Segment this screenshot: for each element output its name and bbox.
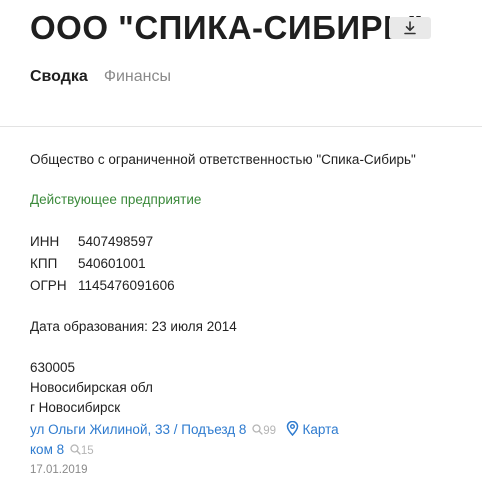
registry-value: 1145476091606	[78, 278, 175, 293]
address-office-row: ком 8 15	[30, 440, 94, 461]
tab-summary[interactable]: Сводка	[30, 66, 88, 88]
address-street-row: ул Ольги Жилиной, 33 / Подъезд 8 99 Карт…	[30, 420, 339, 441]
download-button[interactable]	[389, 17, 431, 39]
map-link[interactable]: Карта	[303, 422, 339, 437]
search-icon	[70, 444, 81, 455]
address-date: 17.01.2019	[30, 464, 88, 476]
registry-row-ogrn: ОГРН 1145476091606	[30, 276, 175, 296]
company-card: ООО "СПИКА-СИБИРЬ" Сводка Финансы Общест…	[0, 0, 482, 487]
address-street-link[interactable]: ул Ольги Жилиной, 33 / Подъезд 8	[30, 422, 246, 437]
page-header: ООО "СПИКА-СИБИРЬ"	[30, 8, 423, 48]
address-region: Новосибирская обл	[30, 380, 153, 395]
founded-date: Дата образования: 23 июля 2014	[30, 319, 237, 334]
map-pin-icon	[286, 420, 299, 437]
address-postcode: 630005	[30, 360, 76, 375]
address-office-link[interactable]: ком 8	[30, 442, 64, 457]
company-full-name: Общество с ограниченной ответственностью…	[30, 152, 416, 167]
registry-row-kpp: КПП 540601001	[30, 254, 146, 274]
page-title: ООО "СПИКА-СИБИРЬ"	[30, 9, 424, 46]
search-icon	[252, 424, 263, 435]
registry-label: ИНН	[30, 234, 60, 249]
status-badge: Действующее предприятие	[30, 192, 202, 207]
divider	[0, 126, 482, 127]
registry-value: 540601001	[78, 256, 146, 271]
registry-label: ОГРН	[30, 278, 67, 293]
registry-row-inn: ИНН 5407498597	[30, 232, 153, 252]
office-count: 15	[80, 445, 94, 457]
tab-finance[interactable]: Финансы	[104, 66, 171, 88]
tab-bar: Сводка Финансы	[30, 66, 171, 88]
download-icon	[404, 21, 416, 35]
address-city: г Новосибирск	[30, 400, 121, 415]
street-count: 99	[263, 425, 276, 437]
registry-label: КПП	[30, 256, 58, 271]
registry-value: 5407498597	[78, 234, 154, 249]
